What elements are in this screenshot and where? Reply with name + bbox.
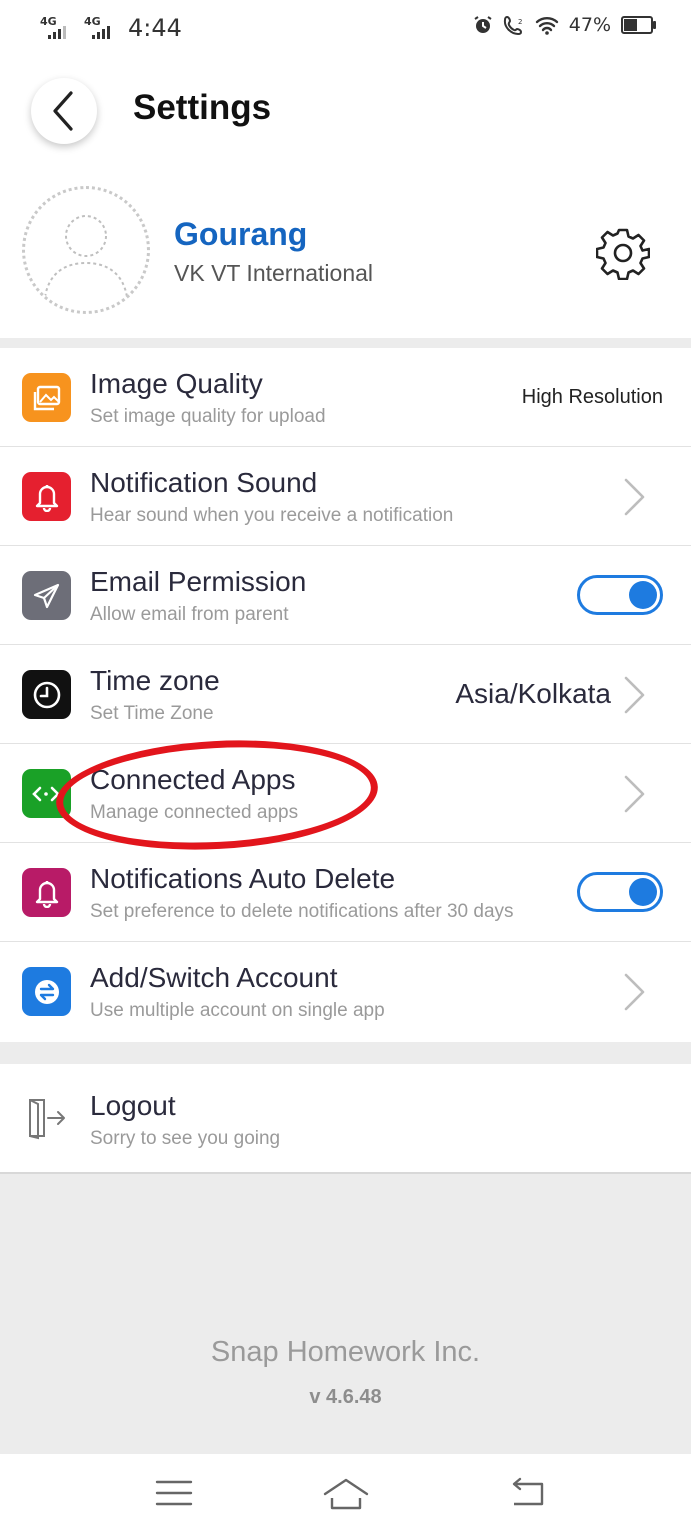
section-divider [0,338,691,348]
setting-add-switch-account[interactable]: Add/Switch Account Use multiple account … [0,942,691,1040]
logout-row[interactable]: Logout Sorry to see you going [0,1064,691,1174]
back-button[interactable] [31,78,97,144]
setting-title: Time zone [90,665,220,696]
footer: Snap Homework Inc. v 4.6.48 [0,1174,691,1454]
chevron-right-icon [624,973,645,1011]
page-title: Settings [133,88,272,127]
status-right: 2 47% [473,14,656,36]
signal-icon: 4G [40,15,74,41]
setting-title: Add/Switch Account [90,962,338,993]
auto-delete-toggle[interactable] [577,872,663,912]
setting-title: Notifications Auto Delete [90,863,396,894]
switch-account-icon [22,967,71,1016]
status-left: 4G 4G 4:44 [40,14,182,42]
setting-title: Email Permission [90,566,307,597]
volte-call-icon: 2 [503,15,522,35]
paper-plane-icon [22,571,71,620]
menu-icon[interactable] [154,1476,194,1510]
setting-notification-sound[interactable]: Notification Sound Hear sound when you r… [0,447,691,546]
app-version: v 4.6.48 [309,1386,382,1408]
setting-subtitle: Manage connected apps [90,802,299,823]
system-nav-bar [0,1454,691,1536]
setting-subtitle: Hear sound when you receive a notificati… [90,505,454,526]
toggle-knob [629,581,657,609]
logout-title: Logout [90,1090,176,1121]
alarm-icon [474,16,492,33]
setting-title: Notification Sound [90,467,318,498]
avatar[interactable] [22,186,150,314]
setting-time-zone[interactable]: Time zone Set Time Zone Asia/Kolkata [0,645,691,744]
setting-subtitle: Use multiple account on single app [90,1000,385,1021]
battery-percent: 47% [568,14,611,36]
clock-icon [22,670,71,719]
profile-name: Gourang [174,216,308,252]
image-icon [22,373,71,422]
email-permission-toggle[interactable] [577,575,663,615]
setting-notifications-auto-delete[interactable]: Notifications Auto Delete Set preference… [0,843,691,942]
signal-icon-2: 4G [84,15,118,41]
setting-title: Image Quality [90,368,263,399]
time-zone-value: Asia/Kolkata [455,678,611,709]
company-name: Snap Homework Inc. [210,1336,481,1368]
profile-section[interactable]: Gourang VK VT International [0,182,691,332]
toggle-knob [629,878,657,906]
app-header: Settings [0,72,691,152]
setting-subtitle: Set preference to delete notifications a… [90,901,514,922]
logout-icon [29,1099,65,1140]
bell-icon [22,868,71,917]
image-quality-value: High Resolution [521,386,663,408]
status-time: 4:44 [128,14,182,42]
setting-email-permission[interactable]: Email Permission Allow email from parent [0,546,691,645]
logout-subtitle: Sorry to see you going [90,1128,281,1149]
back-icon[interactable] [508,1476,548,1510]
chevron-right-icon [624,676,645,714]
chevron-left-icon [53,91,73,131]
setting-image-quality[interactable]: Image Quality Set image quality for uplo… [0,348,691,447]
profile-organization: VK VT International [174,260,374,286]
setting-subtitle: Set image quality for upload [90,406,326,427]
home-icon[interactable] [322,1476,370,1510]
gear-icon[interactable] [596,226,650,280]
bell-icon [22,472,71,521]
status-bar: 4G 4G 4:44 2 47% [0,0,691,56]
chevron-right-icon [624,478,645,516]
setting-subtitle: Set Time Zone [90,703,214,724]
wifi-icon [535,17,558,35]
battery-icon [621,16,656,34]
user-placeholder-icon [44,215,128,298]
section-divider [0,1042,691,1064]
svg-text:2: 2 [518,18,522,26]
setting-connected-apps[interactable]: Connected Apps Manage connected apps [0,744,691,843]
setting-title: Connected Apps [90,764,296,795]
chevron-right-icon [624,775,645,813]
connected-apps-icon [22,769,71,818]
settings-list: Image Quality Set image quality for uplo… [0,348,691,1040]
setting-subtitle: Allow email from parent [90,604,289,625]
